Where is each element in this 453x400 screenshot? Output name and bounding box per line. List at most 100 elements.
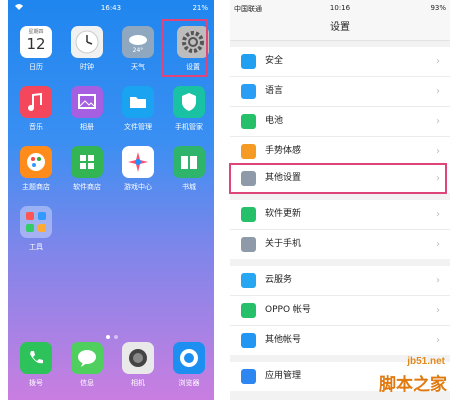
settings-item-language[interactable]: 语言 › (230, 77, 450, 107)
chevron-right-icon: › (436, 146, 440, 157)
clock-icon (71, 26, 103, 58)
settings-item-label: 应用管理 (265, 371, 302, 381)
chevron-right-icon: › (436, 239, 440, 250)
app-label: 文件管理 (124, 123, 152, 131)
app-weather[interactable]: 24° 天气 (116, 26, 160, 72)
app-label: 时钟 (80, 63, 94, 71)
dock-camera[interactable]: 相机 (116, 342, 160, 388)
app-label: 游戏中心 (124, 183, 152, 191)
camera-icon (122, 342, 154, 374)
settings-item-oppo-account[interactable]: OPPO 帐号 › (230, 296, 450, 326)
calendar-weekday: 星期四 (28, 29, 44, 35)
chevron-right-icon: › (436, 335, 440, 346)
settings-item-label: 语言 (265, 86, 284, 96)
settings-item-cloud[interactable]: 云服务 › (230, 266, 450, 296)
app-label: 浏览器 (178, 379, 200, 387)
app-label: 书城 (182, 183, 196, 191)
app-gallery[interactable]: 相册 (65, 86, 109, 132)
chevron-right-icon: › (436, 209, 440, 220)
update-icon (241, 207, 256, 222)
chevron-right-icon: › (436, 56, 440, 67)
shield-icon (173, 86, 205, 118)
app-label: 主题商店 (22, 183, 50, 191)
folder-icon (122, 86, 154, 118)
settings-item-about-phone[interactable]: 关于手机 › (230, 230, 450, 259)
settings-item-other-accounts[interactable]: 其他帐号 › (230, 326, 450, 355)
dock-dialer[interactable]: 拨号 (14, 342, 58, 388)
app-label: 信息 (80, 379, 94, 387)
home-battery: 21% (192, 4, 208, 12)
chevron-right-icon: › (436, 86, 440, 97)
watermark-site: jb51.net (407, 356, 445, 367)
app-calendar[interactable]: 星期四 12 日历 (14, 26, 58, 72)
chevron-right-icon: › (436, 116, 440, 127)
settings-item-gesture[interactable]: 手势体感 › (230, 137, 450, 166)
settings-item-label: 软件更新 (265, 209, 302, 219)
app-label: 手机管家 (175, 123, 203, 131)
shield-icon (241, 54, 256, 69)
home-clock: 16:43 (100, 4, 122, 12)
app-music[interactable]: 音乐 (14, 86, 58, 132)
settings-item-label: 安全 (265, 56, 284, 66)
watermark: jb51.net 脚本之家 (357, 356, 449, 396)
store-icon (71, 146, 103, 178)
settings-group-system: 安全 › 语言 › 电池 › 手势体感 › (230, 47, 450, 166)
settings-item-label: 其他帐号 (265, 335, 302, 345)
cloud-icon (241, 273, 256, 288)
chevron-right-icon: › (436, 305, 440, 316)
language-icon (241, 84, 256, 99)
app-tools-folder[interactable]: 工具 (14, 206, 58, 252)
tools-folder-icon (20, 206, 52, 238)
dock-messages[interactable]: 信息 (65, 342, 109, 388)
music-icon (20, 86, 52, 118)
page-indicator (104, 324, 120, 343)
watermark-name: 脚本之家 (379, 375, 447, 395)
app-files[interactable]: 文件管理 (116, 86, 160, 132)
weather-temp: 24° (133, 47, 144, 54)
palette-icon (20, 146, 52, 178)
settings-app-highlight (162, 19, 208, 77)
home-status-bar: 16:43 21% (8, 0, 214, 16)
settings-group-about: 软件更新 › 关于手机 › (230, 200, 450, 259)
gallery-icon (71, 86, 103, 118)
app-game-center[interactable]: 游戏中心 (116, 146, 160, 192)
app-phone-manager[interactable]: 手机管家 (167, 86, 211, 132)
app-label: 天气 (131, 63, 145, 71)
hand-gesture-icon (241, 144, 256, 159)
apps-icon (241, 369, 256, 384)
settings-item-label: 电池 (265, 116, 284, 126)
app-label: 软件商店 (73, 183, 101, 191)
settings-item-battery[interactable]: 电池 › (230, 107, 450, 137)
app-clock[interactable]: 时钟 (65, 26, 109, 72)
weather-icon: 24° (122, 26, 154, 58)
chevron-right-icon: › (436, 275, 440, 286)
app-label: 相册 (80, 123, 94, 131)
settings-item-label: 关于手机 (265, 239, 302, 249)
settings-item-label: OPPO 帐号 (265, 305, 311, 315)
app-software-store[interactable]: 软件商店 (65, 146, 109, 192)
browser-icon (173, 342, 205, 374)
settings-item-label: 手势体感 (265, 146, 302, 156)
settings-item-software-update[interactable]: 软件更新 › (230, 200, 450, 230)
battery-icon (241, 114, 256, 129)
app-label: 工具 (29, 243, 43, 251)
settings-item-security[interactable]: 安全 › (230, 47, 450, 77)
info-icon (241, 237, 256, 252)
other-settings-highlight (229, 163, 447, 194)
app-label: 音乐 (29, 123, 43, 131)
app-label: 相机 (131, 379, 145, 387)
game-icon (122, 146, 154, 178)
app-label: 日历 (29, 63, 43, 71)
settings-item-label: 云服务 (265, 275, 293, 285)
app-bookstore[interactable]: 书城 (167, 146, 211, 192)
phone-icon (20, 342, 52, 374)
book-icon (173, 146, 205, 178)
account-icon (241, 303, 256, 318)
settings-screen: 中国联通 10:16 93% 设置 安全 › 语言 › 电池 › 手势体感 › (230, 0, 450, 400)
page-title: 设置 (230, 16, 450, 41)
settings-status-bar: 中国联通 10:16 93% (230, 0, 450, 16)
settings-battery: 93% (430, 4, 446, 12)
app-theme-store[interactable]: 主题商店 (14, 146, 58, 192)
message-icon (71, 342, 103, 374)
dock-browser[interactable]: 浏览器 (167, 342, 211, 388)
